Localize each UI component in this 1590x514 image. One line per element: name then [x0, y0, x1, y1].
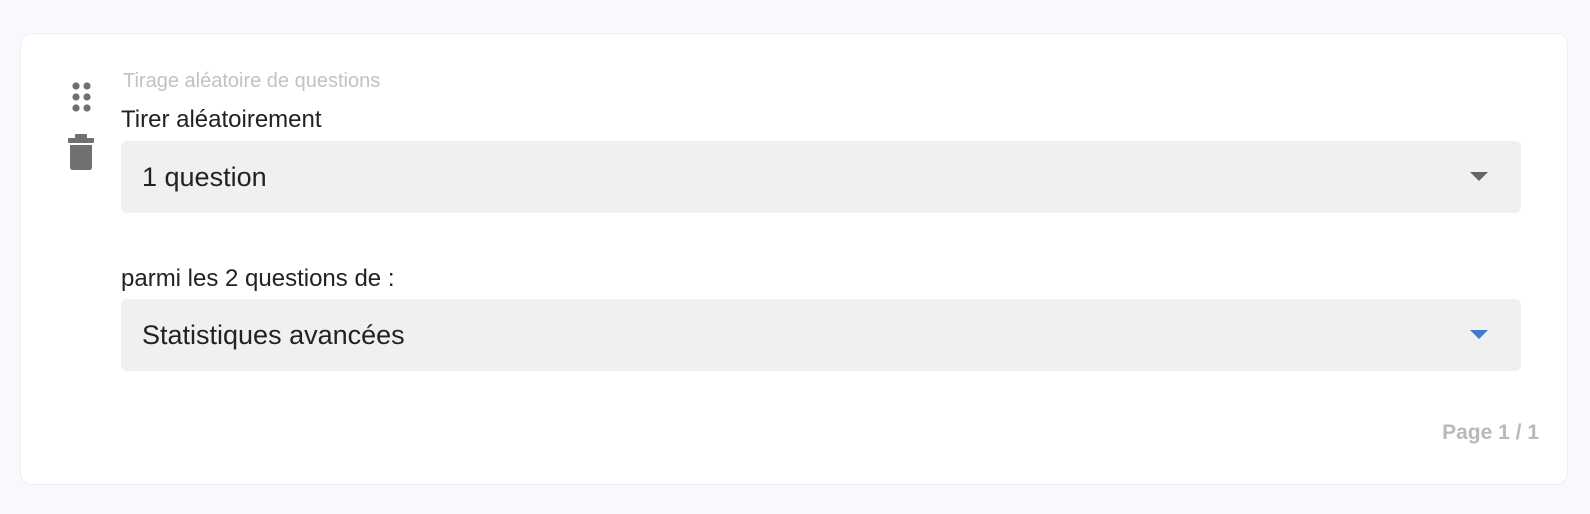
section-caption: Tirage aléatoire de questions — [123, 70, 381, 92]
random-draw-card: Tirage aléatoire de questions Tirer aléa… — [20, 33, 1568, 485]
draw-count-value: 1 question — [142, 161, 267, 192]
card-tools — [66, 80, 96, 172]
source-category-select[interactable]: Statistiques avancées — [121, 299, 1521, 371]
source-category-value: Statistiques avancées — [142, 319, 405, 350]
draw-count-label: Tirer aléatoirement — [121, 106, 322, 133]
trash-icon[interactable] — [66, 132, 96, 172]
page-indicator: Page 1 / 1 — [1442, 421, 1539, 444]
draw-count-select[interactable]: 1 question — [121, 141, 1521, 213]
chevron-down-icon — [1470, 172, 1488, 181]
source-category-label: parmi les 2 questions de : — [121, 265, 395, 292]
drag-handle-icon[interactable] — [66, 80, 96, 116]
chevron-down-icon — [1470, 330, 1488, 339]
